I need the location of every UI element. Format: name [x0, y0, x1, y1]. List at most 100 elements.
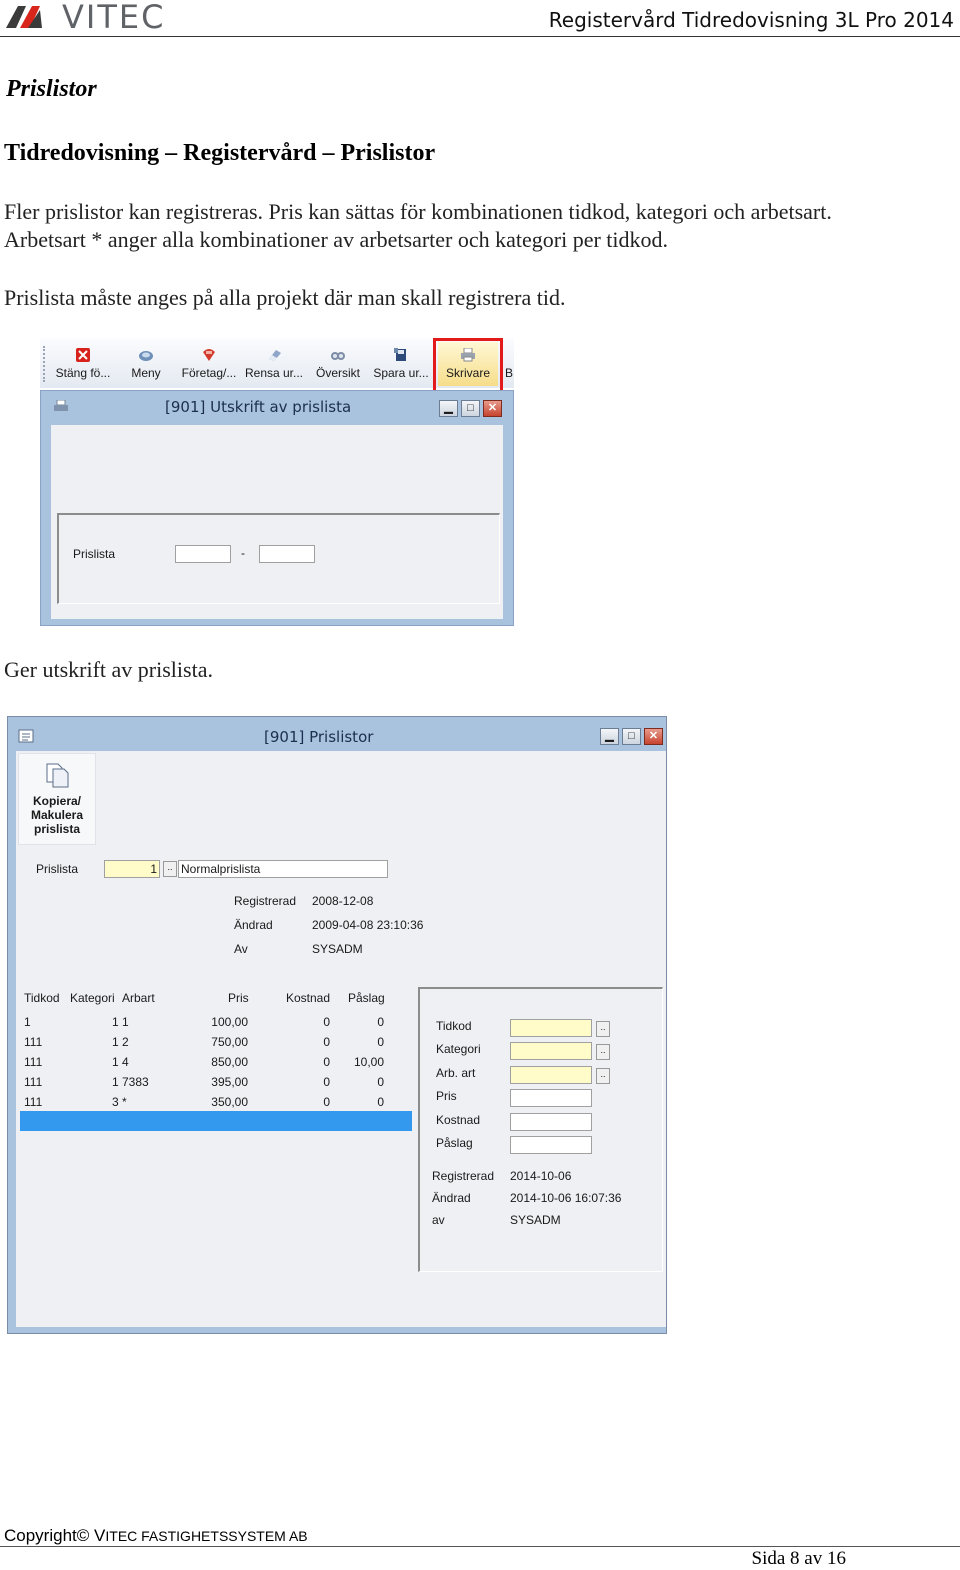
close-form-button[interactable]: Stäng fö...	[52, 342, 114, 386]
vitec-logo: VITEC	[4, 0, 204, 36]
document-header-title: Registervård Tidredovisning 3L Pro 2014	[548, 8, 954, 32]
maximize-button[interactable]: □	[461, 400, 480, 417]
cell-kostnad: 0	[323, 1075, 330, 1089]
arbart-lookup-button[interactable]: ..	[596, 1068, 610, 1084]
arbart-input[interactable]	[510, 1066, 592, 1084]
tidkod-input[interactable]	[510, 1019, 592, 1037]
kategori-lookup-button[interactable]: ..	[596, 1044, 610, 1060]
cell-pris: 850,00	[211, 1055, 248, 1069]
pricelist-from-input[interactable]	[175, 545, 231, 563]
menu-path-title: Tidredovisning – Registervård – Prislist…	[4, 140, 436, 166]
selected-new-row[interactable]	[20, 1111, 412, 1131]
cell-tidkod: 111	[24, 1035, 43, 1049]
clear-button[interactable]: Rensa ur...	[244, 342, 304, 386]
overview-label: Översikt	[315, 366, 360, 380]
print-pricelist-screenshot: Stäng fö... Meny Företag/... Rensa ur...…	[40, 338, 514, 626]
copy-delete-pricelist-button[interactable]: Kopiera/ Makulera prislista	[18, 753, 96, 845]
page-number: Sida 8 av 16	[751, 1548, 846, 1569]
maximize-button[interactable]: □	[622, 728, 641, 745]
pricelists-window-titlebar[interactable]: [901] Prislistor ▁ □ ✕	[8, 717, 666, 751]
meta-value-registered: 2008-12-08	[312, 894, 374, 908]
minimize-icon: ▁	[605, 730, 614, 742]
detail-meta-label-registered: Registrerad	[432, 1169, 495, 1183]
cell-kostnad: 0	[323, 1015, 330, 1029]
overview-icon	[331, 352, 345, 360]
print-window: [901] Utskrift av prislista ▁ □ ✕ Prisli…	[40, 390, 514, 626]
cell-kostnad: 0	[323, 1095, 330, 1109]
detail-label-tidkod: Tidkod	[436, 1019, 472, 1033]
close-button[interactable]: ✕	[644, 728, 663, 745]
close-icon: ✕	[487, 402, 498, 414]
range-separator: -	[241, 546, 245, 560]
pricelist-number-input[interactable]: 1	[104, 860, 160, 878]
cell-pris: 350,00	[211, 1095, 248, 1109]
meta-value-changed: 2009-04-08 23:10:36	[312, 918, 424, 932]
save-button[interactable]: Spara ur...	[372, 342, 430, 386]
col-header-arbart[interactable]: Arbart	[122, 991, 155, 1005]
copy-document-icon	[46, 763, 69, 788]
menu-button[interactable]: Meny	[126, 342, 166, 386]
col-header-paslag[interactable]: Påslag	[348, 991, 385, 1005]
minimize-button[interactable]: ▁	[600, 728, 619, 745]
cell-pris: 100,00	[211, 1015, 248, 1029]
logo-text: VITEC	[62, 0, 165, 34]
detail-meta-value-registered: 2014-10-06	[510, 1169, 572, 1183]
col-header-kostnad[interactable]: Kostnad	[286, 991, 330, 1005]
col-header-kategori[interactable]: Kategori	[70, 991, 115, 1005]
detail-label-kostnad: Kostnad	[436, 1113, 481, 1127]
kategori-input[interactable]	[510, 1042, 592, 1060]
close-button[interactable]: ✕	[483, 400, 502, 417]
cell-kategori: 1 7383	[112, 1075, 149, 1089]
paslag-input[interactable]	[510, 1136, 592, 1154]
close-red-icon	[76, 348, 90, 362]
section-title: Prislistor	[6, 76, 97, 102]
pricelists-window-title: [901] Prislistor	[264, 728, 374, 746]
copyright-company-rest: ITEC FASTIGHETSSYSTEM AB	[105, 1528, 308, 1544]
detail-label-arbart: Arb. art	[436, 1066, 476, 1080]
col-header-pris[interactable]: Pris	[228, 991, 249, 1005]
toolbar-grip[interactable]	[43, 346, 47, 382]
cell-paslag: 0	[377, 1015, 384, 1029]
close-form-label: Stäng fö...	[55, 366, 111, 380]
pris-input[interactable]	[510, 1089, 592, 1107]
kostnad-input[interactable]	[510, 1113, 592, 1131]
copyright: Copyright© VITEC FASTIGHETSSYSTEM AB	[4, 1526, 308, 1546]
copyright-company-initial: V	[94, 1526, 106, 1545]
cell-paslag: 0	[377, 1075, 384, 1089]
detail-label-paslag: Påslag	[436, 1136, 473, 1150]
meta-label-changed: Ändrad	[234, 918, 273, 932]
col-header-tidkod[interactable]: Tidkod	[24, 991, 60, 1005]
cell-tidkod: 1	[24, 1015, 31, 1029]
overview-button[interactable]: Översikt	[314, 342, 362, 386]
company-label: Företag/...	[181, 366, 237, 380]
pricelist-lookup-button[interactable]: ..	[163, 861, 177, 877]
window-list-icon	[18, 729, 34, 743]
pricelist-to-input[interactable]	[259, 545, 315, 563]
paragraph-2: Arbetsart * anger alla kombinationer av …	[4, 227, 669, 252]
close-icon: ✕	[648, 730, 659, 742]
clear-label: Rensa ur...	[244, 366, 304, 380]
company-button[interactable]: Företag/...	[180, 342, 238, 386]
toolbar-more-button[interactable]: B	[504, 342, 514, 386]
cell-tidkod: 111	[24, 1095, 43, 1109]
company-icon	[203, 349, 215, 361]
save-label: Spara ur...	[373, 366, 429, 380]
printer-highlight-box	[433, 338, 503, 396]
maximize-icon: □	[467, 402, 474, 414]
cell-paslag: 0	[377, 1035, 384, 1049]
meta-value-by: SYSADM	[312, 942, 363, 956]
cell-tidkod: 111	[24, 1055, 43, 1069]
paragraph-3: Prislista måste anges på alla projekt dä…	[4, 285, 566, 310]
minimize-icon: ▁	[444, 402, 453, 414]
cell-paslag: 0	[377, 1095, 384, 1109]
tidkod-lookup-button[interactable]: ..	[596, 1021, 610, 1037]
paragraph-1: Fler prislistor kan registreras. Pris ka…	[4, 199, 832, 224]
detail-meta-label-changed: Ändrad	[432, 1191, 471, 1205]
cell-pris: 395,00	[211, 1075, 248, 1089]
pricelist-name-input[interactable]: Normalprislista	[178, 860, 388, 878]
print-groupbox: Prislista -	[57, 513, 500, 604]
print-window-titlebar[interactable]: [901] Utskrift av prislista ▁ □ ✕	[41, 391, 513, 423]
cell-kategori: 1 4	[112, 1055, 129, 1069]
minimize-button[interactable]: ▁	[439, 400, 458, 417]
